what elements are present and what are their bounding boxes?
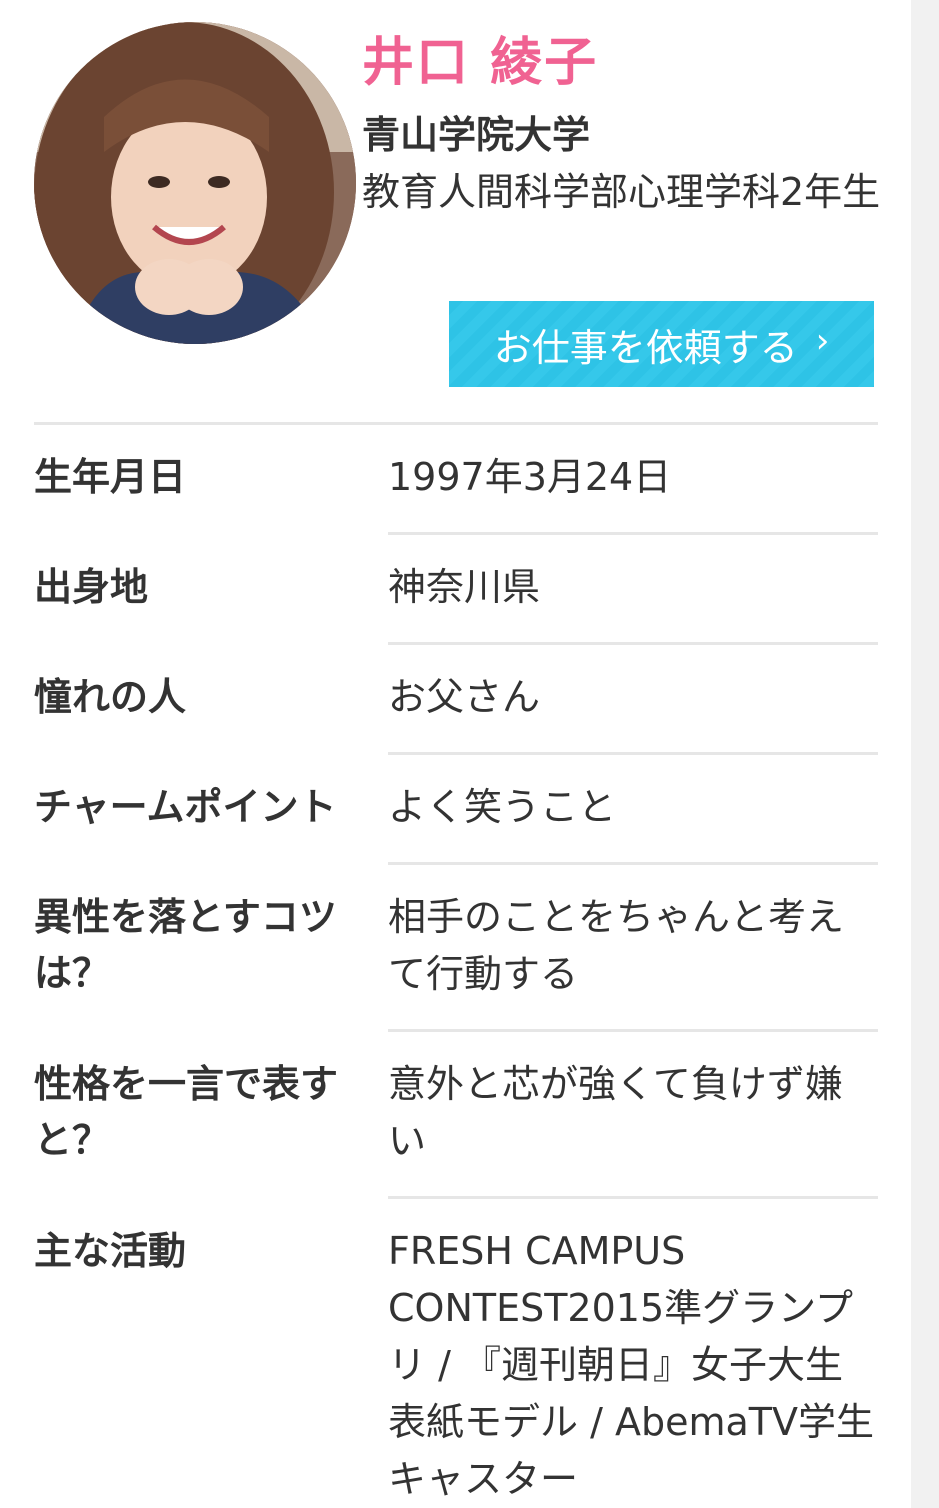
detail-label: 出身地	[34, 565, 149, 609]
avatar	[34, 22, 356, 344]
chevron-right-icon: ›	[815, 321, 830, 361]
profile-page: 井口 綾子 青山学院大学 教育人間科学部心理学科2年生 お仕事を依頼する › 生…	[0, 0, 939, 1508]
request-button-label: お仕事を依頼する	[493, 325, 798, 370]
detail-label: 生年月日	[34, 455, 187, 499]
detail-value: 1997年3月24日	[388, 425, 878, 535]
detail-row-charm-point: チャームポイント よく笑うこと	[34, 755, 878, 865]
detail-label: 異性を落とすコツは？	[34, 895, 337, 995]
detail-label: 主な活動	[34, 1229, 187, 1273]
detail-value: お父さん	[388, 645, 878, 755]
avatar-photo	[34, 22, 356, 344]
profile-details-table: 生年月日 1997年3月24日 出身地 神奈川県 憧れの人 お父さん チャームポ…	[34, 425, 878, 1508]
department-text: 教育人間科学部心理学科2年生	[362, 170, 881, 214]
detail-value: 神奈川県	[388, 535, 878, 645]
detail-value: 意外と芯が強くて負けず嫌い	[388, 1032, 878, 1199]
detail-row-personality: 性格を一言で表すと？ 意外と芯が強くて負けず嫌い	[34, 1032, 878, 1199]
detail-label: 憧れの人	[34, 675, 187, 719]
detail-row-activities: 主な活動 FRESH CAMPUS CONTEST2015準グランプリ / 『週…	[34, 1199, 878, 1508]
detail-row-hometown: 出身地 神奈川県	[34, 535, 878, 645]
profile-name: 井口 綾子	[362, 33, 599, 93]
detail-label: 性格を一言で表すと？	[34, 1062, 339, 1162]
detail-row-role-model: 憧れの人 お父さん	[34, 645, 878, 755]
request-job-button[interactable]: お仕事を依頼する ›	[449, 301, 874, 387]
detail-row-dating-tip: 異性を落とすコツは？ 相手のことをちゃんと考えて行動する	[34, 865, 878, 1032]
detail-value: 相手のことをちゃんと考えて行動する	[388, 865, 878, 1032]
detail-value: よく笑うこと	[388, 755, 878, 865]
detail-value: FRESH CAMPUS CONTEST2015準グランプリ / 『週刊朝日』女…	[388, 1229, 874, 1501]
detail-label: チャームポイント	[34, 785, 337, 829]
university-name: 青山学院大学	[362, 113, 591, 157]
scrollbar[interactable]	[911, 0, 939, 1508]
detail-row-birthday: 生年月日 1997年3月24日	[34, 425, 878, 535]
